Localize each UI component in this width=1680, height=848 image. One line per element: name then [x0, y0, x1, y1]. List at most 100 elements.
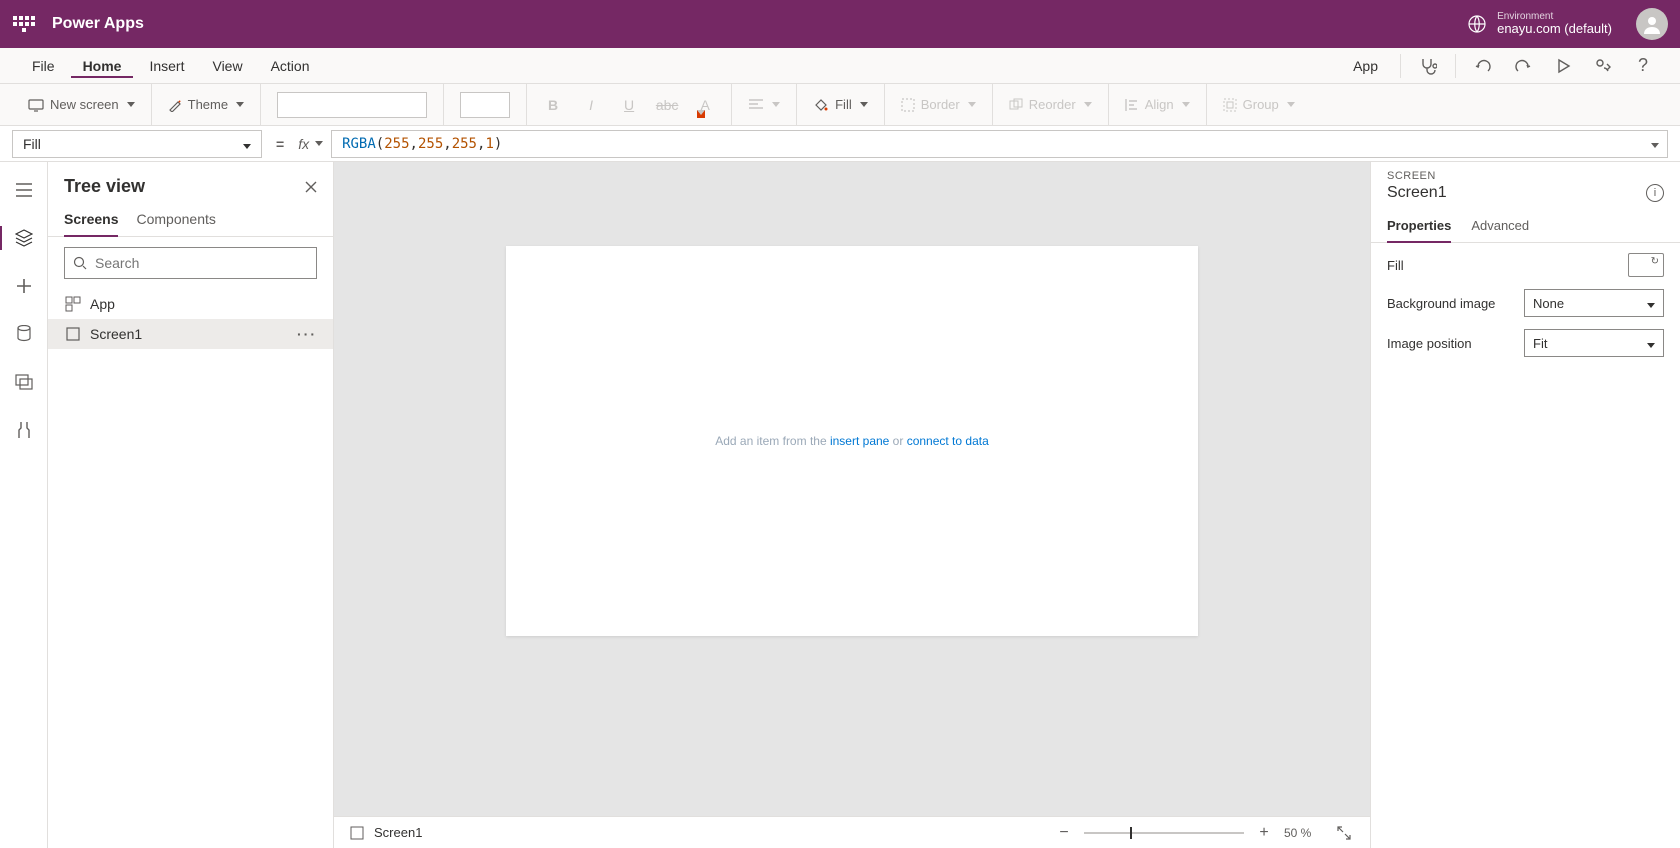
theme-button[interactable]: Theme [168, 97, 244, 112]
play-button[interactable] [1546, 49, 1580, 83]
rail-data[interactable] [0, 314, 48, 354]
connect-data-link[interactable]: connect to data [907, 434, 989, 448]
text-align-button[interactable] [748, 98, 780, 112]
search-input[interactable] [93, 254, 308, 272]
left-rail [0, 162, 48, 848]
group-button[interactable]: Group [1223, 97, 1295, 112]
prop-bgimage-value: None [1533, 296, 1564, 311]
tree-search[interactable] [64, 247, 317, 279]
prop-imgpos-select[interactable]: Fit [1524, 329, 1664, 357]
align-button[interactable]: Align [1125, 97, 1190, 112]
tree-item-app[interactable]: App [48, 289, 333, 319]
info-button[interactable]: i [1646, 184, 1664, 202]
border-button[interactable]: Border [901, 97, 976, 112]
tab-components[interactable]: Components [136, 203, 215, 236]
menu-app[interactable]: App [1341, 54, 1390, 78]
main-area: Tree view Screens Components App [0, 162, 1680, 848]
underline-icon: U [624, 97, 634, 113]
formula-input[interactable]: RGBA(255, 255, 255, 1) [331, 130, 1668, 158]
bold-button[interactable]: B [543, 95, 563, 115]
props-tab-advanced[interactable]: Advanced [1471, 210, 1529, 242]
search-icon [73, 256, 87, 270]
share-icon [1594, 57, 1612, 75]
rail-tree-view[interactable] [0, 218, 48, 258]
close-panel-button[interactable] [305, 181, 317, 193]
prop-imgpos-value: Fit [1533, 336, 1547, 351]
media-icon [15, 374, 33, 390]
props-type-label: SCREEN [1371, 170, 1680, 182]
equals-sign: = [270, 136, 290, 152]
tree-item-label: Screen1 [90, 326, 142, 342]
insert-pane-link[interactable]: insert pane [830, 434, 889, 448]
canvas-hint: Add an item from the insert pane or conn… [715, 434, 989, 448]
menu-home[interactable]: Home [71, 54, 134, 78]
new-screen-button[interactable]: New screen [28, 97, 135, 113]
tree-item-more-button[interactable]: ··· [297, 326, 317, 342]
question-icon: ? [1638, 55, 1648, 76]
rail-insert[interactable] [0, 266, 48, 306]
undo-button[interactable] [1466, 49, 1500, 83]
align-label: Align [1145, 97, 1174, 112]
expand-formula-button[interactable] [1649, 136, 1659, 152]
font-family-select[interactable] [277, 92, 427, 118]
italic-button[interactable]: I [581, 95, 601, 115]
rail-hamburger[interactable] [0, 170, 48, 210]
theme-icon [168, 98, 182, 112]
prop-fill-label: Fill [1387, 258, 1404, 273]
fill-button[interactable]: Fill [813, 97, 868, 113]
tools-icon [17, 421, 31, 439]
home-toolbar: New screen Theme B I U abc A Fill Border [0, 84, 1680, 126]
zoom-slider[interactable] [1084, 832, 1244, 834]
tree-item-screen1[interactable]: Screen1 ··· [48, 319, 333, 349]
property-select[interactable]: Fill [12, 130, 262, 158]
rail-advanced-tools[interactable] [0, 410, 48, 450]
menu-insert[interactable]: Insert [137, 54, 196, 78]
zoom-out-button[interactable]: − [1054, 823, 1074, 843]
environment-picker[interactable]: Environment enayu.com (default) [1467, 11, 1612, 36]
strikethrough-button[interactable]: abc [657, 95, 677, 115]
fill-label: Fill [835, 97, 852, 112]
border-icon [901, 98, 915, 112]
fx-icon: fx [298, 136, 309, 152]
prop-bgimage-select[interactable]: None [1524, 289, 1664, 317]
screen-icon [28, 97, 44, 113]
redo-button[interactable] [1506, 49, 1540, 83]
screen-node-icon [64, 325, 82, 343]
property-select-value: Fill [23, 136, 41, 152]
prop-fill-swatch[interactable] [1628, 253, 1664, 277]
undo-icon [1474, 57, 1492, 75]
props-object-name: Screen1 [1387, 184, 1447, 202]
menu-bar: File Home Insert View Action App ? [0, 48, 1680, 84]
rail-media[interactable] [0, 362, 48, 402]
font-color-button[interactable]: A [695, 95, 715, 115]
hamburger-icon [15, 183, 33, 197]
user-avatar[interactable] [1636, 8, 1668, 40]
person-icon [1642, 14, 1662, 34]
canvas[interactable]: Add an item from the insert pane or conn… [506, 246, 1198, 636]
share-button[interactable] [1586, 49, 1620, 83]
menu-file[interactable]: File [20, 54, 67, 78]
app-checker-button[interactable] [1411, 49, 1445, 83]
fx-button[interactable]: fx [298, 136, 323, 152]
tab-screens[interactable]: Screens [64, 203, 118, 237]
reorder-button[interactable]: Reorder [1009, 97, 1092, 112]
tree-list: App Screen1 ··· [48, 289, 333, 848]
new-screen-label: New screen [50, 97, 119, 112]
bold-icon: B [548, 97, 558, 113]
help-button[interactable]: ? [1626, 49, 1660, 83]
underline-button[interactable]: U [619, 95, 639, 115]
app-launcher-icon[interactable] [12, 12, 36, 36]
fit-to-window-button[interactable] [1334, 823, 1354, 843]
border-label: Border [921, 97, 960, 112]
zoom-in-button[interactable]: + [1254, 823, 1274, 843]
stethoscope-icon [1419, 57, 1437, 75]
data-icon [16, 325, 32, 343]
props-tab-properties[interactable]: Properties [1387, 210, 1451, 243]
italic-icon: I [589, 97, 593, 113]
menu-view[interactable]: View [200, 54, 254, 78]
theme-label: Theme [188, 97, 228, 112]
app-header: Power Apps Environment enayu.com (defaul… [0, 0, 1680, 48]
font-size-select[interactable] [460, 92, 510, 118]
font-color-icon: A [700, 97, 709, 113]
menu-action[interactable]: Action [259, 54, 322, 78]
